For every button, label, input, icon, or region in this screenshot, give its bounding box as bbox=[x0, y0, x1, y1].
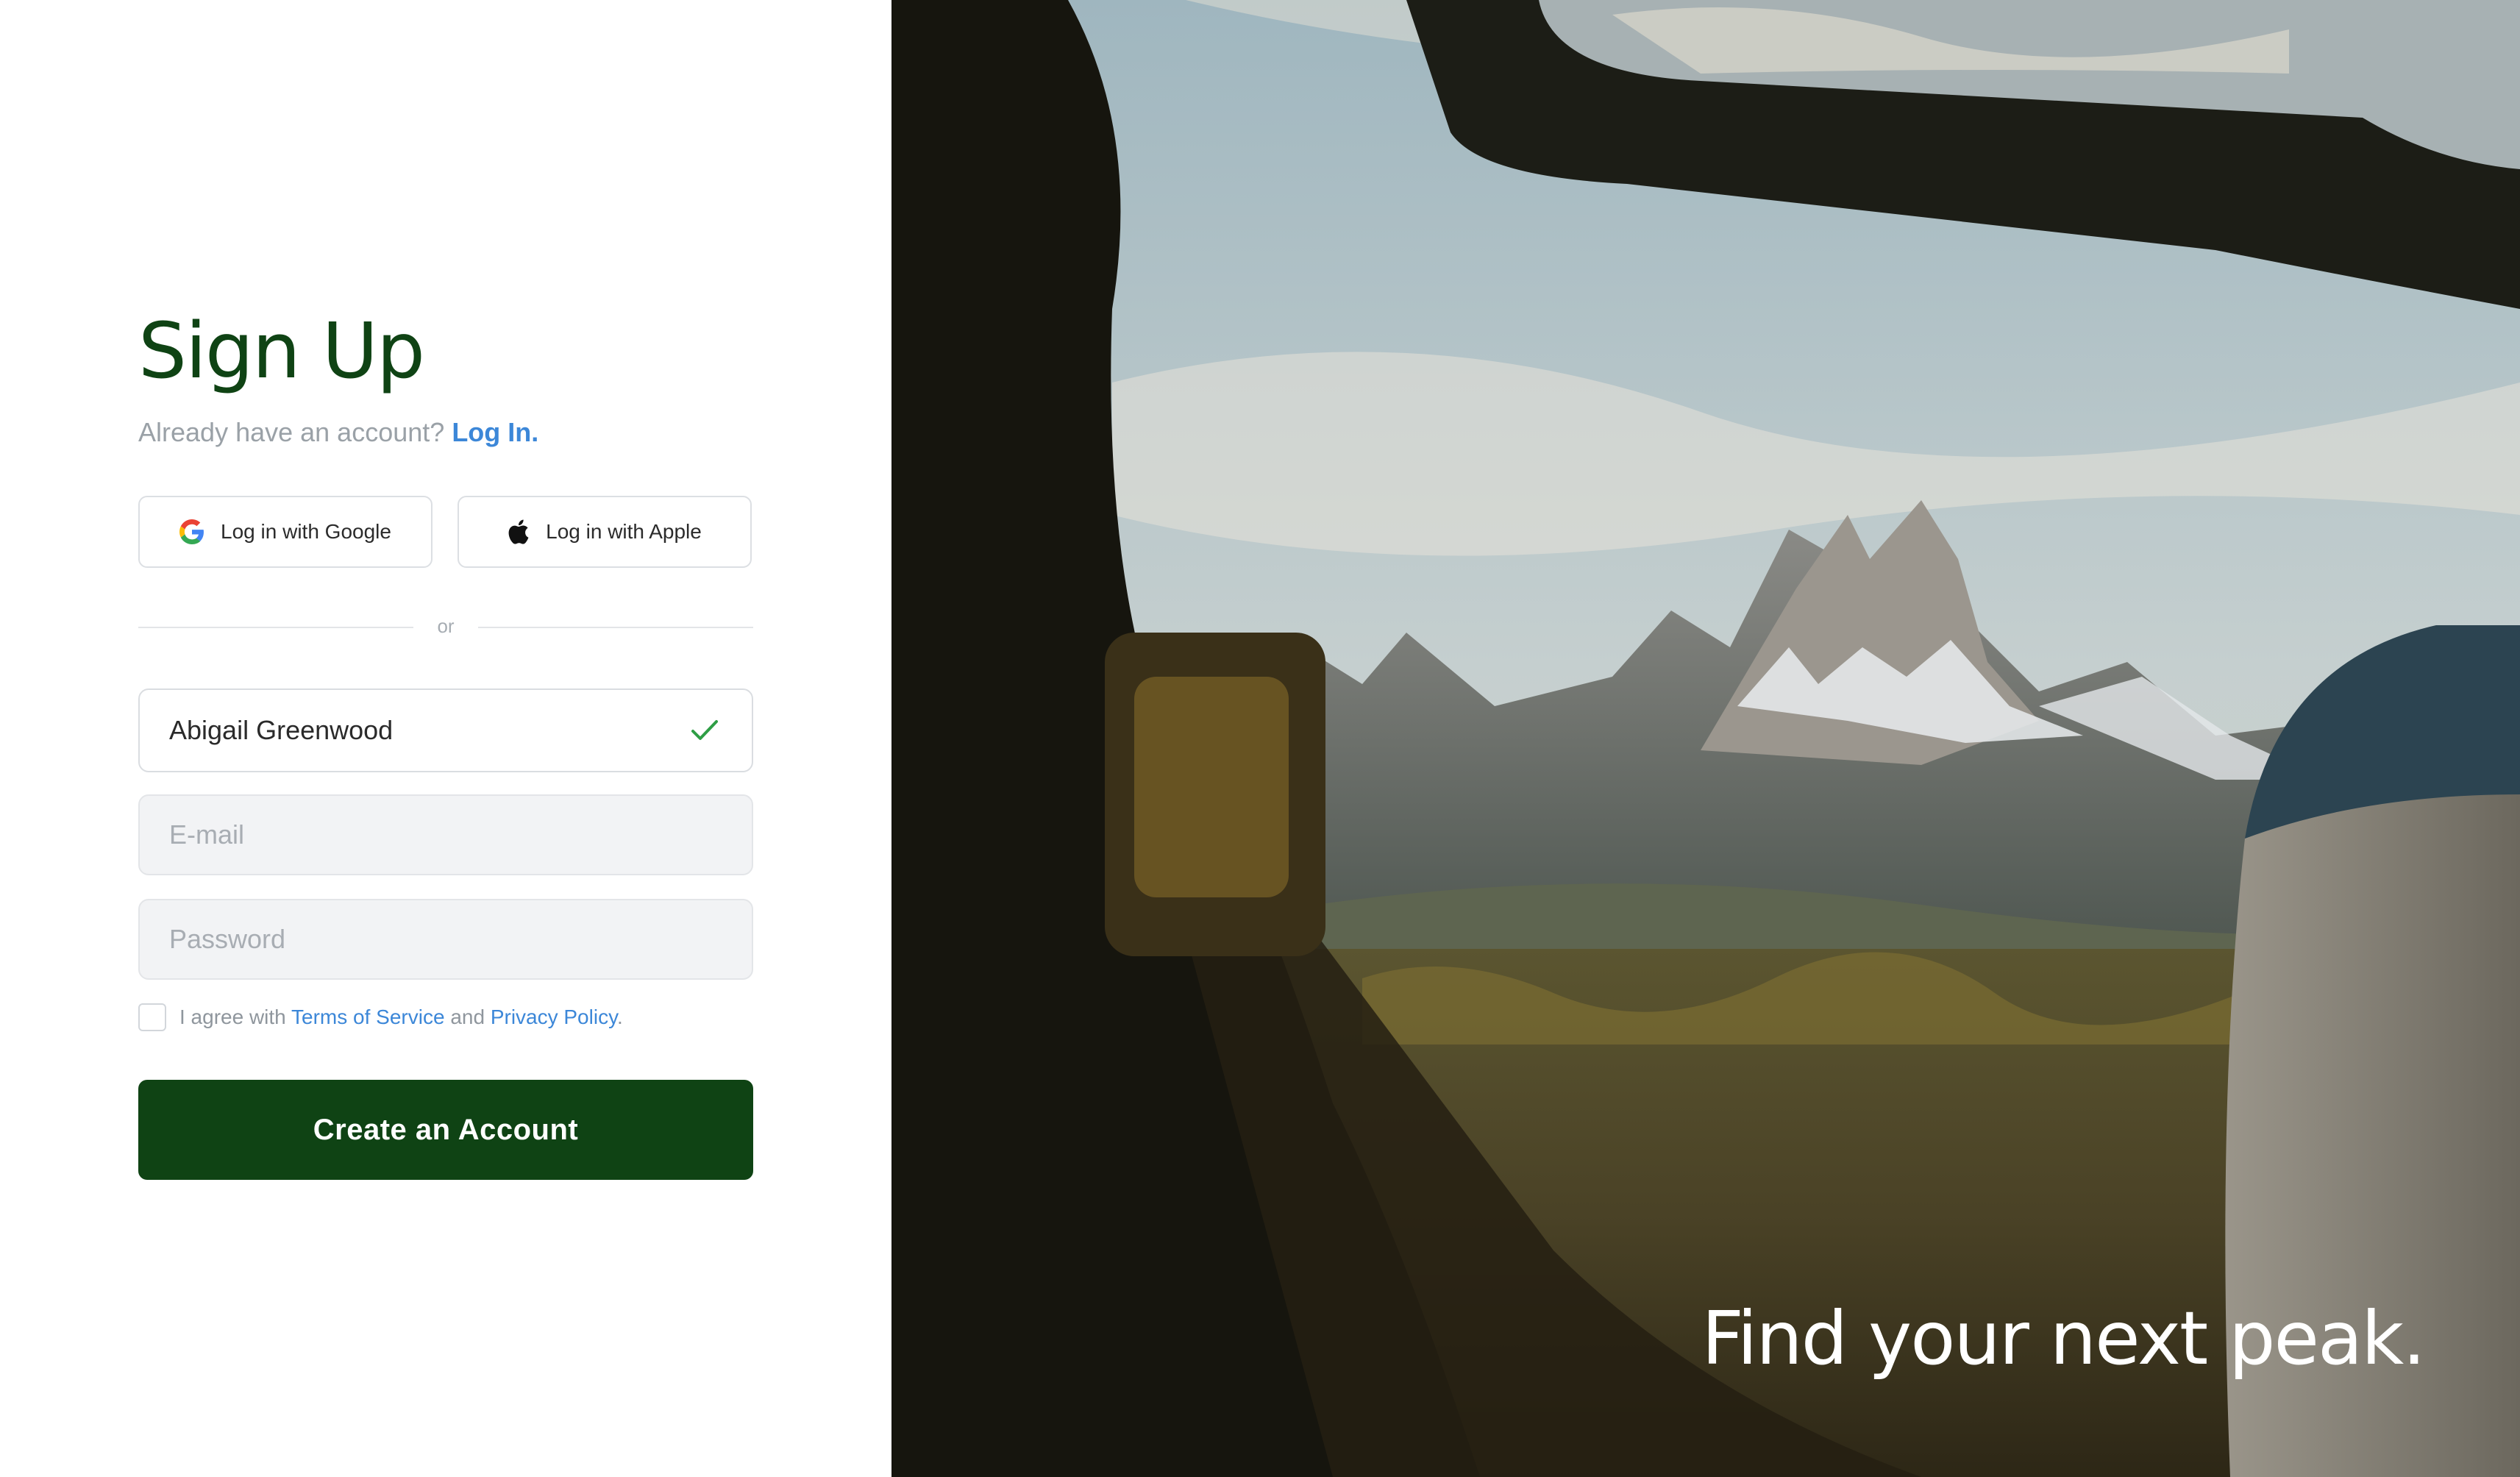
hero-tagline: Find your next peak. bbox=[1701, 1295, 2426, 1381]
agree-suffix: . bbox=[617, 1006, 623, 1028]
hero-panel: Find your next peak. bbox=[891, 0, 2520, 1477]
login-link[interactable]: Log In. bbox=[452, 417, 538, 447]
create-account-button[interactable]: Create an Account bbox=[138, 1080, 753, 1180]
privacy-link[interactable]: Privacy Policy bbox=[491, 1006, 617, 1028]
login-prompt-text: Already have an account? bbox=[138, 417, 445, 447]
agree-prefix: I agree with bbox=[179, 1006, 286, 1028]
apple-login-button[interactable]: Log in with Apple bbox=[458, 496, 752, 568]
password-input[interactable] bbox=[138, 899, 753, 980]
signup-panel: Sign Up Already have an account? Log In.… bbox=[0, 0, 891, 1477]
google-login-button[interactable]: Log in with Google bbox=[138, 496, 433, 568]
terms-link[interactable]: Terms of Service bbox=[291, 1006, 445, 1028]
checkmark-icon bbox=[691, 720, 718, 740]
terms-checkbox[interactable] bbox=[138, 1003, 166, 1031]
full-name-input[interactable] bbox=[138, 688, 753, 772]
divider-line-left bbox=[138, 627, 413, 628]
agree-and: and bbox=[450, 1006, 485, 1028]
email-input[interactable] bbox=[138, 794, 753, 875]
google-button-label: Log in with Google bbox=[221, 520, 391, 543]
login-prompt: Already have an account? Log In. bbox=[138, 413, 538, 452]
google-icon bbox=[179, 519, 204, 544]
page-title: Sign Up bbox=[138, 306, 425, 396]
divider-line-right bbox=[478, 627, 753, 628]
apple-button-label: Log in with Apple bbox=[546, 520, 702, 543]
divider-text: or bbox=[437, 615, 455, 637]
terms-agreement: I agree with Terms of Service and Privac… bbox=[179, 1003, 623, 1031]
blurred-object-label bbox=[1134, 677, 1289, 897]
apple-icon bbox=[508, 519, 529, 544]
hero-photo bbox=[891, 0, 2520, 1477]
